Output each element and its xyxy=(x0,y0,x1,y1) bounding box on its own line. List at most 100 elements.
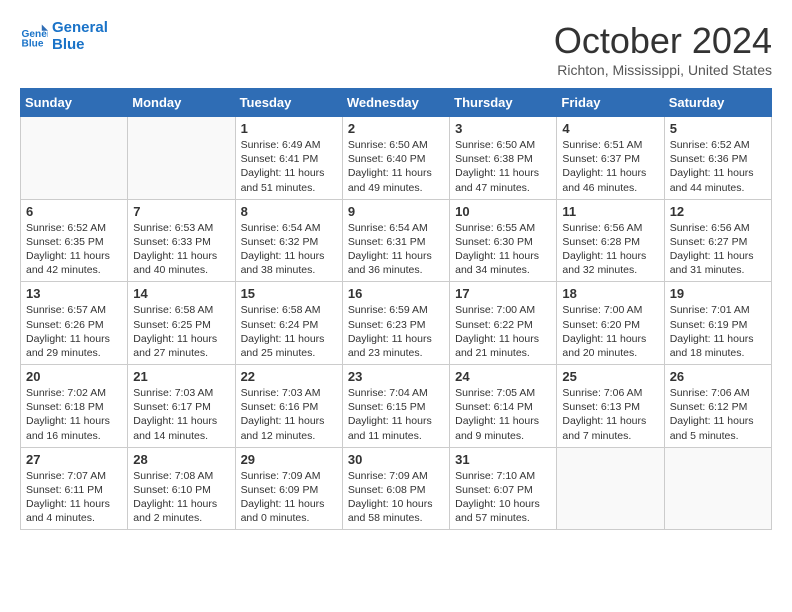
cell-text: Daylight: 11 hours and 29 minutes. xyxy=(26,332,122,360)
weekday-header-friday: Friday xyxy=(557,89,664,117)
day-number: 6 xyxy=(26,204,122,219)
weekday-header-monday: Monday xyxy=(128,89,235,117)
calendar-cell: 24Sunrise: 7:05 AMSunset: 6:14 PMDayligh… xyxy=(450,365,557,448)
day-number: 18 xyxy=(562,286,658,301)
cell-text: Daylight: 11 hours and 31 minutes. xyxy=(670,249,766,277)
cell-text: Daylight: 11 hours and 4 minutes. xyxy=(26,497,122,525)
weekday-header-row: SundayMondayTuesdayWednesdayThursdayFrid… xyxy=(21,89,772,117)
calendar-cell xyxy=(128,117,235,200)
cell-text: Daylight: 11 hours and 42 minutes. xyxy=(26,249,122,277)
cell-text: Daylight: 11 hours and 11 minutes. xyxy=(348,414,444,442)
cell-text: Sunset: 6:40 PM xyxy=(348,152,444,166)
cell-text: Sunset: 6:30 PM xyxy=(455,235,551,249)
cell-text: Daylight: 11 hours and 12 minutes. xyxy=(241,414,337,442)
cell-text: Sunset: 6:09 PM xyxy=(241,483,337,497)
day-number: 4 xyxy=(562,121,658,136)
cell-text: Sunset: 6:16 PM xyxy=(241,400,337,414)
logo-general: General xyxy=(52,20,108,37)
cell-text: Sunset: 6:35 PM xyxy=(26,235,122,249)
cell-text: Sunrise: 7:00 AM xyxy=(455,303,551,317)
cell-text: Sunrise: 7:03 AM xyxy=(133,386,229,400)
cell-text: Daylight: 11 hours and 36 minutes. xyxy=(348,249,444,277)
calendar-cell: 3Sunrise: 6:50 AMSunset: 6:38 PMDaylight… xyxy=(450,117,557,200)
cell-text: Sunset: 6:36 PM xyxy=(670,152,766,166)
calendar-cell: 1Sunrise: 6:49 AMSunset: 6:41 PMDaylight… xyxy=(235,117,342,200)
cell-text: Sunrise: 6:55 AM xyxy=(455,221,551,235)
cell-text: Sunrise: 6:53 AM xyxy=(133,221,229,235)
cell-text: Daylight: 11 hours and 34 minutes. xyxy=(455,249,551,277)
cell-text: Sunrise: 6:52 AM xyxy=(26,221,122,235)
cell-text: Sunset: 6:15 PM xyxy=(348,400,444,414)
cell-text: Daylight: 11 hours and 44 minutes. xyxy=(670,166,766,194)
cell-text: Daylight: 11 hours and 0 minutes. xyxy=(241,497,337,525)
cell-text: Sunset: 6:25 PM xyxy=(133,318,229,332)
day-number: 10 xyxy=(455,204,551,219)
calendar-cell: 9Sunrise: 6:54 AMSunset: 6:31 PMDaylight… xyxy=(342,199,449,282)
calendar-cell: 18Sunrise: 7:00 AMSunset: 6:20 PMDayligh… xyxy=(557,282,664,365)
day-number: 12 xyxy=(670,204,766,219)
cell-text: Sunset: 6:17 PM xyxy=(133,400,229,414)
cell-text: Sunset: 6:13 PM xyxy=(562,400,658,414)
calendar-cell: 20Sunrise: 7:02 AMSunset: 6:18 PMDayligh… xyxy=(21,365,128,448)
cell-text: Sunrise: 6:54 AM xyxy=(241,221,337,235)
day-number: 30 xyxy=(348,452,444,467)
svg-text:Blue: Blue xyxy=(22,38,44,49)
cell-text: Sunrise: 6:56 AM xyxy=(670,221,766,235)
calendar-week-5: 27Sunrise: 7:07 AMSunset: 6:11 PMDayligh… xyxy=(21,447,772,530)
cell-text: Sunrise: 7:09 AM xyxy=(241,469,337,483)
calendar-cell: 28Sunrise: 7:08 AMSunset: 6:10 PMDayligh… xyxy=(128,447,235,530)
cell-text: Sunset: 6:23 PM xyxy=(348,318,444,332)
cell-text: Daylight: 10 hours and 58 minutes. xyxy=(348,497,444,525)
calendar-cell: 15Sunrise: 6:58 AMSunset: 6:24 PMDayligh… xyxy=(235,282,342,365)
day-number: 16 xyxy=(348,286,444,301)
day-number: 8 xyxy=(241,204,337,219)
calendar-cell: 27Sunrise: 7:07 AMSunset: 6:11 PMDayligh… xyxy=(21,447,128,530)
cell-text: Sunset: 6:38 PM xyxy=(455,152,551,166)
cell-text: Daylight: 11 hours and 46 minutes. xyxy=(562,166,658,194)
cell-text: Sunset: 6:12 PM xyxy=(670,400,766,414)
cell-text: Daylight: 11 hours and 25 minutes. xyxy=(241,332,337,360)
weekday-header-sunday: Sunday xyxy=(21,89,128,117)
cell-text: Sunrise: 6:49 AM xyxy=(241,138,337,152)
cell-text: Sunset: 6:07 PM xyxy=(455,483,551,497)
cell-text: Daylight: 11 hours and 18 minutes. xyxy=(670,332,766,360)
calendar-week-3: 13Sunrise: 6:57 AMSunset: 6:26 PMDayligh… xyxy=(21,282,772,365)
cell-text: Daylight: 11 hours and 49 minutes. xyxy=(348,166,444,194)
logo-icon: General Blue xyxy=(20,23,48,51)
cell-text: Sunrise: 7:09 AM xyxy=(348,469,444,483)
cell-text: Sunrise: 6:50 AM xyxy=(455,138,551,152)
day-number: 7 xyxy=(133,204,229,219)
day-number: 27 xyxy=(26,452,122,467)
cell-text: Daylight: 11 hours and 38 minutes. xyxy=(241,249,337,277)
cell-text: Sunrise: 6:54 AM xyxy=(348,221,444,235)
logo-blue: Blue xyxy=(52,37,108,54)
cell-text: Daylight: 11 hours and 51 minutes. xyxy=(241,166,337,194)
calendar-cell: 5Sunrise: 6:52 AMSunset: 6:36 PMDaylight… xyxy=(664,117,771,200)
day-number: 26 xyxy=(670,369,766,384)
cell-text: Sunset: 6:27 PM xyxy=(670,235,766,249)
cell-text: Sunset: 6:10 PM xyxy=(133,483,229,497)
calendar-cell: 25Sunrise: 7:06 AMSunset: 6:13 PMDayligh… xyxy=(557,365,664,448)
calendar-cell: 31Sunrise: 7:10 AMSunset: 6:07 PMDayligh… xyxy=(450,447,557,530)
calendar-cell: 10 Sunrise: 6:55 AMSunset: 6:30 PMDayligh… xyxy=(450,199,557,282)
calendar-week-4: 20Sunrise: 7:02 AMSunset: 6:18 PMDayligh… xyxy=(21,365,772,448)
calendar-cell: 19Sunrise: 7:01 AMSunset: 6:19 PMDayligh… xyxy=(664,282,771,365)
calendar-cell: 22Sunrise: 7:03 AMSunset: 6:16 PMDayligh… xyxy=(235,365,342,448)
cell-text: Daylight: 11 hours and 27 minutes. xyxy=(133,332,229,360)
calendar-cell: 14Sunrise: 6:58 AMSunset: 6:25 PMDayligh… xyxy=(128,282,235,365)
calendar-cell: 2Sunrise: 6:50 AMSunset: 6:40 PMDaylight… xyxy=(342,117,449,200)
cell-text: Sunrise: 7:02 AM xyxy=(26,386,122,400)
cell-text: Sunset: 6:20 PM xyxy=(562,318,658,332)
cell-text: Sunrise: 7:04 AM xyxy=(348,386,444,400)
weekday-header-thursday: Thursday xyxy=(450,89,557,117)
day-number: 20 xyxy=(26,369,122,384)
cell-text: Sunrise: 6:58 AM xyxy=(133,303,229,317)
cell-text: Daylight: 11 hours and 40 minutes. xyxy=(133,249,229,277)
calendar-cell: 6 Sunrise: 6:52 AMSunset: 6:35 PMDaylight… xyxy=(21,199,128,282)
calendar-cell: 8Sunrise: 6:54 AMSunset: 6:32 PMDaylight… xyxy=(235,199,342,282)
calendar-cell: 21Sunrise: 7:03 AMSunset: 6:17 PMDayligh… xyxy=(128,365,235,448)
cell-text: Sunrise: 6:50 AM xyxy=(348,138,444,152)
calendar-cell: 7Sunrise: 6:53 AMSunset: 6:33 PMDaylight… xyxy=(128,199,235,282)
calendar-cell: 23Sunrise: 7:04 AMSunset: 6:15 PMDayligh… xyxy=(342,365,449,448)
weekday-header-wednesday: Wednesday xyxy=(342,89,449,117)
